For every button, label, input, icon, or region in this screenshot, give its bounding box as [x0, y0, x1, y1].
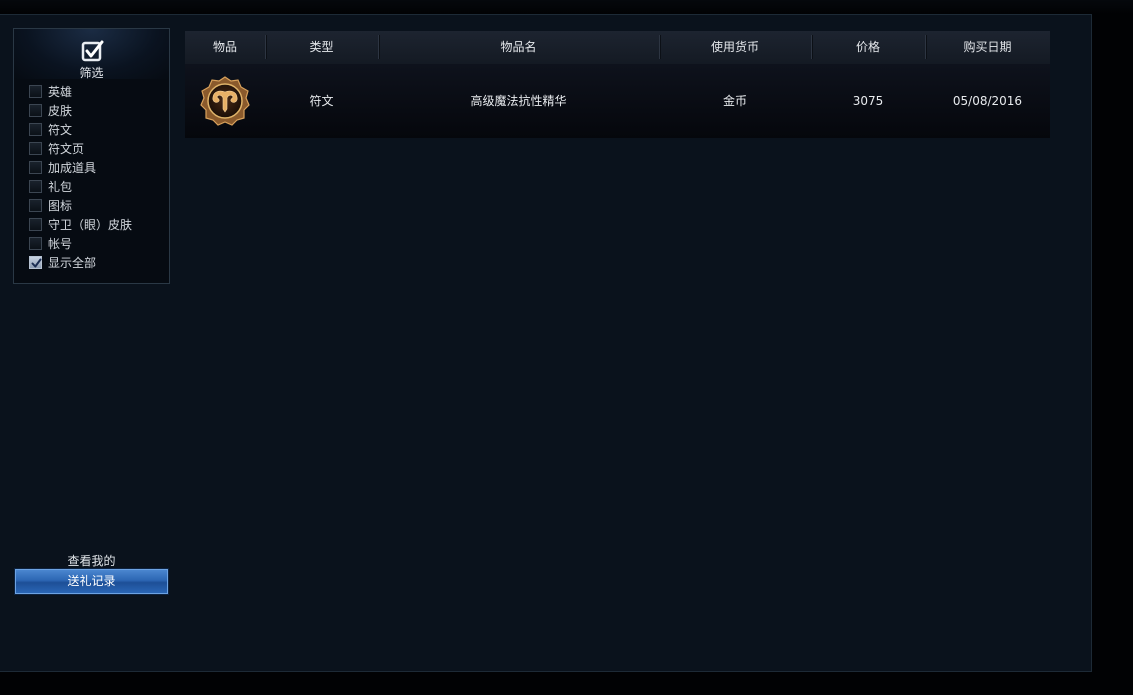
filter-item-label: 帐号 [48, 237, 73, 251]
item-price: 3075 [852, 94, 884, 108]
filter-checkbox[interactable] [29, 180, 42, 193]
filter-checkbox-checked[interactable] [29, 256, 42, 269]
table-header-row: 物品 类型 物品名 使用货币 价格 购买日期 [185, 31, 1050, 64]
table-row[interactable]: 符文 高级魔法抗性精华 金币 3075 05/08/2016 [185, 64, 1050, 138]
filter-checkbox[interactable] [29, 85, 42, 98]
filter-checkbox[interactable] [29, 218, 42, 231]
filter-item-show-all[interactable]: 显示全部 [29, 253, 132, 272]
filter-item-label: 英雄 [48, 85, 73, 99]
filter-header: 筛选 [14, 29, 169, 80]
checkmark-icon [31, 258, 42, 268]
filter-checkbox[interactable] [29, 199, 42, 212]
column-header-purchase-date[interactable]: 购买日期 [925, 31, 1050, 64]
filter-item-rune[interactable]: 符文 [29, 120, 132, 139]
column-header-price[interactable]: 价格 [811, 31, 925, 64]
filter-item-label: 符文页 [48, 142, 85, 156]
filter-checkbox[interactable] [29, 123, 42, 136]
column-header-currency[interactable]: 使用货币 [659, 31, 811, 64]
item-purchase-date: 05/08/2016 [952, 94, 1023, 108]
filter-item-bundle[interactable]: 礼包 [29, 177, 132, 196]
column-header-type[interactable]: 类型 [265, 31, 378, 64]
item-name: 高级魔法抗性精华 [470, 94, 567, 108]
filter-item-label: 显示全部 [48, 256, 97, 270]
filter-title: 筛选 [79, 66, 104, 80]
gift-log-button[interactable]: 送礼记录 [15, 569, 168, 594]
filter-item-ward-skin[interactable]: 守卫（眼）皮肤 [29, 215, 132, 234]
filter-item-label: 加成道具 [48, 161, 97, 175]
item-type: 符文 [309, 94, 334, 108]
filter-item-label: 符文 [48, 123, 73, 137]
item-icon-cell [185, 64, 265, 138]
purchase-table: 物品 类型 物品名 使用货币 价格 购买日期 符文 高级魔法抗性精华 金币 30… [185, 31, 1050, 138]
filter-item-label: 礼包 [48, 180, 73, 194]
column-header-item-name[interactable]: 物品名 [378, 31, 659, 64]
filter-item-hero[interactable]: 英雄 [29, 82, 132, 101]
filter-checkbox[interactable] [29, 104, 42, 117]
filter-item-icon[interactable]: 图标 [29, 196, 132, 215]
filter-item-skin[interactable]: 皮肤 [29, 101, 132, 120]
filter-checkbox[interactable] [29, 161, 42, 174]
top-strip [0, 0, 1133, 14]
checkbox-check-icon [81, 40, 104, 62]
filter-list: 英雄 皮肤 符文 符文页 加成道具 礼包 图标 守卫（眼）皮肤 帐号 显示全部 [29, 82, 132, 272]
filter-item-label: 图标 [48, 199, 73, 213]
filter-panel: 筛选 英雄 皮肤 符文 符文页 加成道具 礼包 图标 守卫（眼）皮肤 帐号 显示… [13, 28, 170, 284]
filter-item-account[interactable]: 帐号 [29, 234, 132, 253]
rune-ram-icon [200, 76, 250, 126]
filter-item-label: 守卫（眼）皮肤 [48, 218, 133, 232]
gift-log-caption: 查看我的 [67, 554, 116, 568]
column-header-item[interactable]: 物品 [185, 31, 265, 64]
item-currency: 金币 [722, 94, 747, 108]
filter-checkbox[interactable] [29, 142, 42, 155]
filter-checkbox[interactable] [29, 237, 42, 250]
filter-item-label: 皮肤 [48, 104, 73, 118]
filter-item-boost[interactable]: 加成道具 [29, 158, 132, 177]
filter-item-rune-page[interactable]: 符文页 [29, 139, 132, 158]
